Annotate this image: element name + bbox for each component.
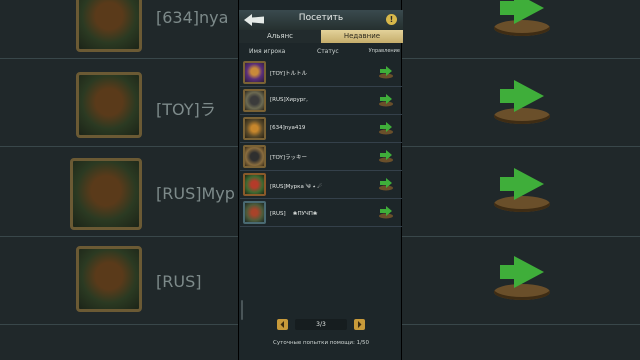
- tab-recent[interactable]: Недавние: [321, 30, 403, 43]
- bg-go-icon: [494, 168, 550, 212]
- bg-divider: [402, 58, 640, 59]
- player-name: [TOY]ラッキー: [270, 155, 308, 161]
- player-name: [TOY]トルトル: [270, 71, 308, 77]
- bg-avatar: [70, 158, 142, 230]
- visit-button[interactable]: [378, 65, 394, 79]
- player-list: [TOY]トルトル [RUS]Хирург, [634]nya419 [TOY]…: [240, 59, 402, 227]
- list-item: [RUS]Мурка ༄ ٭ ☄: [240, 171, 402, 199]
- visit-button[interactable]: [378, 149, 394, 163]
- panel-footer: 3/3 Суточные попытки помощи: 1/50: [239, 316, 403, 360]
- bg-go-icon: [494, 80, 550, 124]
- daily-help-attempts: Суточные попытки помощи: 1/50: [273, 340, 369, 346]
- bg-row-label: [RUS]Myp: [156, 184, 235, 203]
- column-status: Статус: [317, 48, 339, 55]
- column-manage: Управление: [368, 48, 400, 54]
- next-page-button[interactable]: [354, 319, 365, 330]
- go-arrow-icon: [379, 66, 393, 79]
- panel-header: Посетить !: [239, 10, 403, 30]
- pagination: 3/3: [277, 319, 365, 331]
- player-name: [RUS]Мурка ༄ ٭ ☄: [270, 184, 323, 190]
- list-item: [634]nya419: [240, 115, 402, 143]
- bg-row-label: [TOY]ラ: [156, 100, 216, 119]
- bg-go-icon: [494, 256, 550, 300]
- visit-button[interactable]: [378, 121, 394, 135]
- list-item: [TOY]トルトル: [240, 59, 402, 87]
- avatar[interactable]: [243, 173, 266, 196]
- avatar[interactable]: [243, 201, 266, 224]
- bg-divider: [0, 58, 238, 59]
- page-indicator: 3/3: [295, 319, 347, 330]
- prev-page-button[interactable]: [277, 319, 288, 330]
- bg-divider: [402, 146, 640, 147]
- chevron-left-icon: [280, 321, 284, 328]
- bg-avatar: [76, 0, 142, 52]
- bg-row-label: [634]nya: [156, 8, 229, 27]
- go-arrow-icon: [379, 178, 393, 191]
- chevron-right-icon: [358, 321, 362, 328]
- list-item: [RUS] ❀ПУЧП❀: [240, 199, 402, 227]
- page-title: Посетить: [298, 13, 344, 23]
- go-arrow-icon: [379, 150, 393, 163]
- avatar[interactable]: [243, 145, 266, 168]
- visit-button[interactable]: [378, 177, 394, 191]
- background-left: [634]nya [TOY]ラ [RUS]Myp [RUS]: [0, 0, 238, 360]
- avatar[interactable]: [243, 61, 266, 84]
- column-player-name: Имя игрока: [249, 48, 286, 55]
- avatar[interactable]: [243, 89, 266, 112]
- bg-divider: [0, 236, 238, 237]
- bg-divider: [0, 324, 238, 325]
- player-name: [RUS] ❀ПУЧП❀: [270, 211, 318, 217]
- bg-avatar: [76, 246, 142, 312]
- bg-divider: [402, 236, 640, 237]
- bg-row-label: [RUS]: [156, 272, 202, 291]
- bg-divider: [402, 324, 640, 325]
- visit-button[interactable]: [378, 93, 394, 107]
- go-arrow-icon: [379, 122, 393, 135]
- list-item: [RUS]Хирург,: [240, 87, 402, 115]
- visit-panel: Посетить ! Альянс Недавние Имя игрока Ст…: [238, 0, 403, 360]
- avatar[interactable]: [243, 117, 266, 140]
- list-item: [TOY]ラッキー: [240, 143, 402, 171]
- bg-divider: [0, 146, 238, 147]
- background-right: [402, 0, 640, 360]
- player-name: [634]nya419: [270, 125, 306, 131]
- go-arrow-icon: [379, 94, 393, 107]
- back-button[interactable]: [243, 13, 265, 27]
- visit-button[interactable]: [378, 205, 394, 219]
- back-arrow-icon: [244, 14, 264, 26]
- info-button[interactable]: !: [386, 14, 397, 25]
- bg-go-icon: [494, 0, 550, 36]
- player-name: [RUS]Хирург,: [270, 97, 308, 103]
- bg-avatar: [76, 72, 142, 138]
- column-headers: Имя игрока Статус Управление: [239, 46, 403, 58]
- tab-alliance[interactable]: Альянс: [239, 30, 321, 43]
- tab-bar: Альянс Недавние: [239, 30, 403, 43]
- go-arrow-icon: [379, 206, 393, 219]
